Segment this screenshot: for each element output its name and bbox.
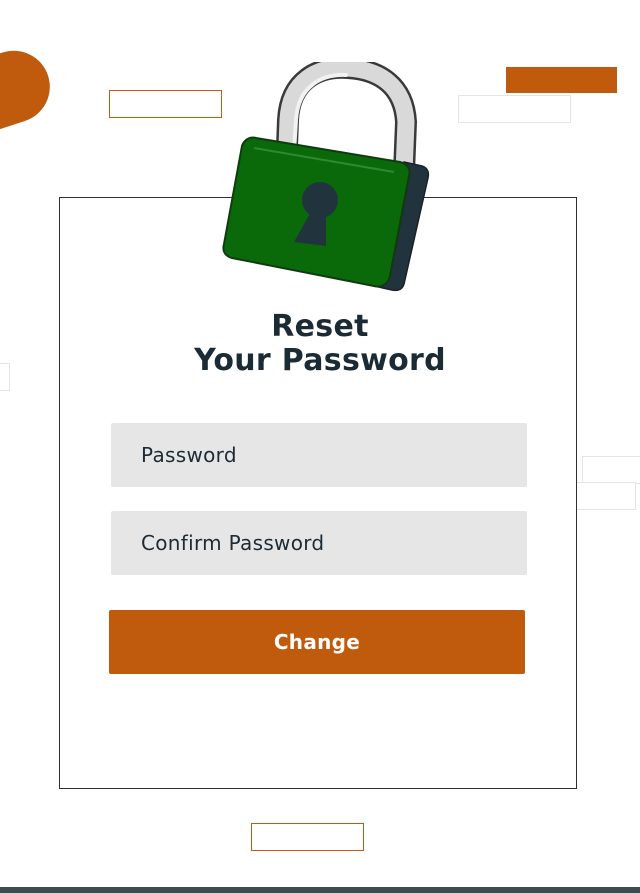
decorative-ghost-rect — [576, 482, 636, 510]
bottom-divider — [0, 887, 640, 893]
decorative-ghost-rect — [582, 456, 640, 484]
decorative-ghost-rect — [458, 95, 571, 123]
page-title-line-1: Reset — [271, 309, 369, 344]
reset-password-screen: Reset Your Password Change — [0, 0, 640, 893]
page-title-line-2: Your Password — [194, 343, 446, 378]
confirm-password-field[interactable] — [111, 511, 527, 575]
password-field[interactable] — [111, 423, 527, 487]
change-button[interactable]: Change — [109, 610, 525, 674]
padlock-icon — [222, 62, 430, 292]
decorative-solid-rect — [506, 67, 617, 93]
decorative-blob — [0, 41, 60, 135]
decorative-outline-rect — [109, 90, 222, 118]
decorative-outline-rect — [251, 823, 364, 851]
